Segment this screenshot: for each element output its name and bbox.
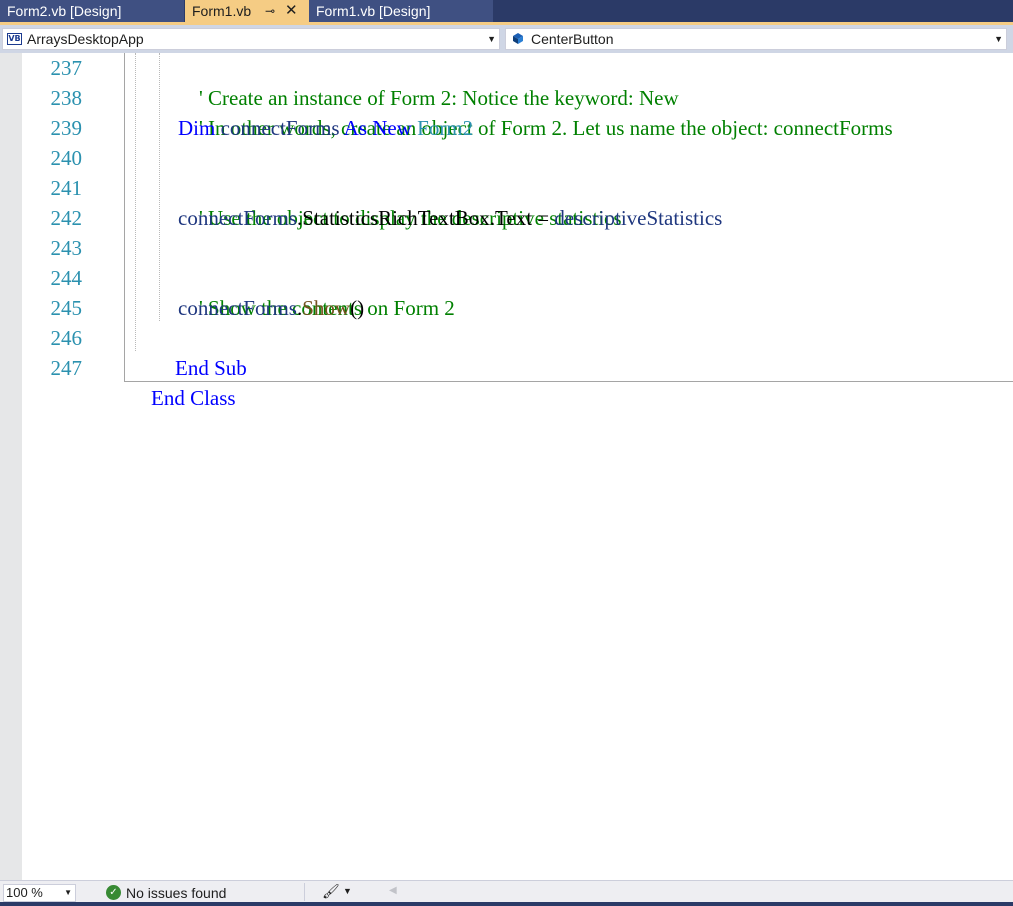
line-number: 238 — [50, 86, 83, 110]
code-method: Show — [302, 296, 351, 320]
code-line[interactable]: ' In other words, create an object of Fo… — [178, 83, 893, 140]
check-circle-icon: ✓ — [106, 885, 121, 900]
issues-status[interactable]: No issues found — [126, 884, 226, 902]
status-separator — [304, 883, 305, 901]
close-icon[interactable]: ✕ — [285, 0, 298, 22]
zoom-dropdown[interactable]: 100 % ▼ — [3, 884, 76, 902]
chevron-down-icon[interactable]: ▼ — [343, 886, 352, 896]
tab-form1-design[interactable]: Form1.vb [Design] — [309, 0, 493, 22]
line-number: 242 — [50, 206, 83, 230]
code-line[interactable]: End Class — [130, 353, 236, 410]
tab-label: Form2.vb [Design] — [7, 3, 122, 19]
member-cube-icon — [513, 33, 523, 44]
chevron-down-icon[interactable]: ▼ — [64, 885, 72, 901]
indent-guide — [135, 53, 136, 351]
chevron-down-icon[interactable]: ▼ — [487, 29, 496, 49]
scroll-left-icon[interactable]: ◀ — [389, 885, 397, 896]
code-identifier: connectForms — [178, 296, 297, 320]
code-identifier: connectForms — [215, 116, 344, 140]
code-line[interactable]: ' Show the contents on Form 2 — [178, 263, 455, 320]
member-dropdown[interactable]: CenterButton ▼ — [505, 28, 1007, 50]
project-dropdown[interactable]: VB ArraysDesktopApp ▼ — [2, 28, 500, 50]
code-line[interactable]: ' Use the object to display the descript… — [178, 173, 622, 230]
pin-icon[interactable]: ⊸ — [265, 0, 275, 22]
tab-label: Form1.vb — [192, 3, 252, 19]
line-number: 245 — [50, 296, 83, 320]
navigation-bar: VB ArraysDesktopApp ▼ CenterButton ▼ — [0, 25, 1013, 53]
tab-form2-design[interactable]: Form2.vb [Design] — [0, 0, 184, 22]
code-line[interactable]: End Sub — [154, 323, 247, 380]
chevron-down-icon[interactable]: ▼ — [994, 29, 1003, 49]
project-name: ArraysDesktopApp — [27, 31, 144, 47]
code-line[interactable]: connectForms.StatisticsRichTextBox.Text … — [178, 203, 722, 233]
line-number: 244 — [50, 266, 83, 290]
window-bottom-edge — [0, 902, 1013, 906]
code-text: .StatisticsRichTextBox.Text = — [296, 206, 555, 230]
block-end-line — [124, 381, 1013, 382]
line-number: 241 — [50, 176, 83, 200]
line-number: 247 — [50, 356, 83, 380]
code-line[interactable]: Dim connectForms As New Form2 — [178, 113, 473, 143]
member-name: CenterButton — [531, 31, 614, 47]
code-cleanup-icon[interactable]: 🖌 — [322, 883, 340, 900]
code-identifier: connectForms — [178, 206, 297, 230]
line-number: 246 — [50, 326, 83, 350]
vb-project-icon: VB — [7, 33, 22, 45]
code-identifier: descriptiveStatistics — [554, 206, 723, 230]
code-line[interactable]: ' Create an instance of Form 2: Notice t… — [178, 53, 679, 110]
line-number: 243 — [50, 236, 83, 260]
zoom-level: 100 % — [6, 885, 43, 900]
code-line[interactable]: connectForms.Show() — [178, 293, 364, 323]
line-number: 239 — [50, 116, 83, 140]
code-text: () — [350, 296, 365, 320]
line-number: 240 — [50, 146, 83, 170]
code-keyword: End Class — [151, 386, 236, 410]
line-number: 237 — [50, 56, 83, 80]
document-tab-strip: Form2.vb [Design] Form1.vb ⊸ ✕ Form1.vb … — [0, 0, 1013, 25]
code-keyword: Dim — [178, 116, 216, 140]
tab-form1-code[interactable]: Form1.vb ⊸ ✕ — [185, 0, 309, 22]
code-keyword: As New — [343, 116, 412, 140]
editor-margin — [0, 53, 22, 880]
tab-label: Form1.vb [Design] — [316, 3, 431, 19]
code-type: Form2 — [411, 116, 474, 140]
indent-guide — [159, 53, 160, 321]
outlining-bracket — [124, 53, 125, 381]
